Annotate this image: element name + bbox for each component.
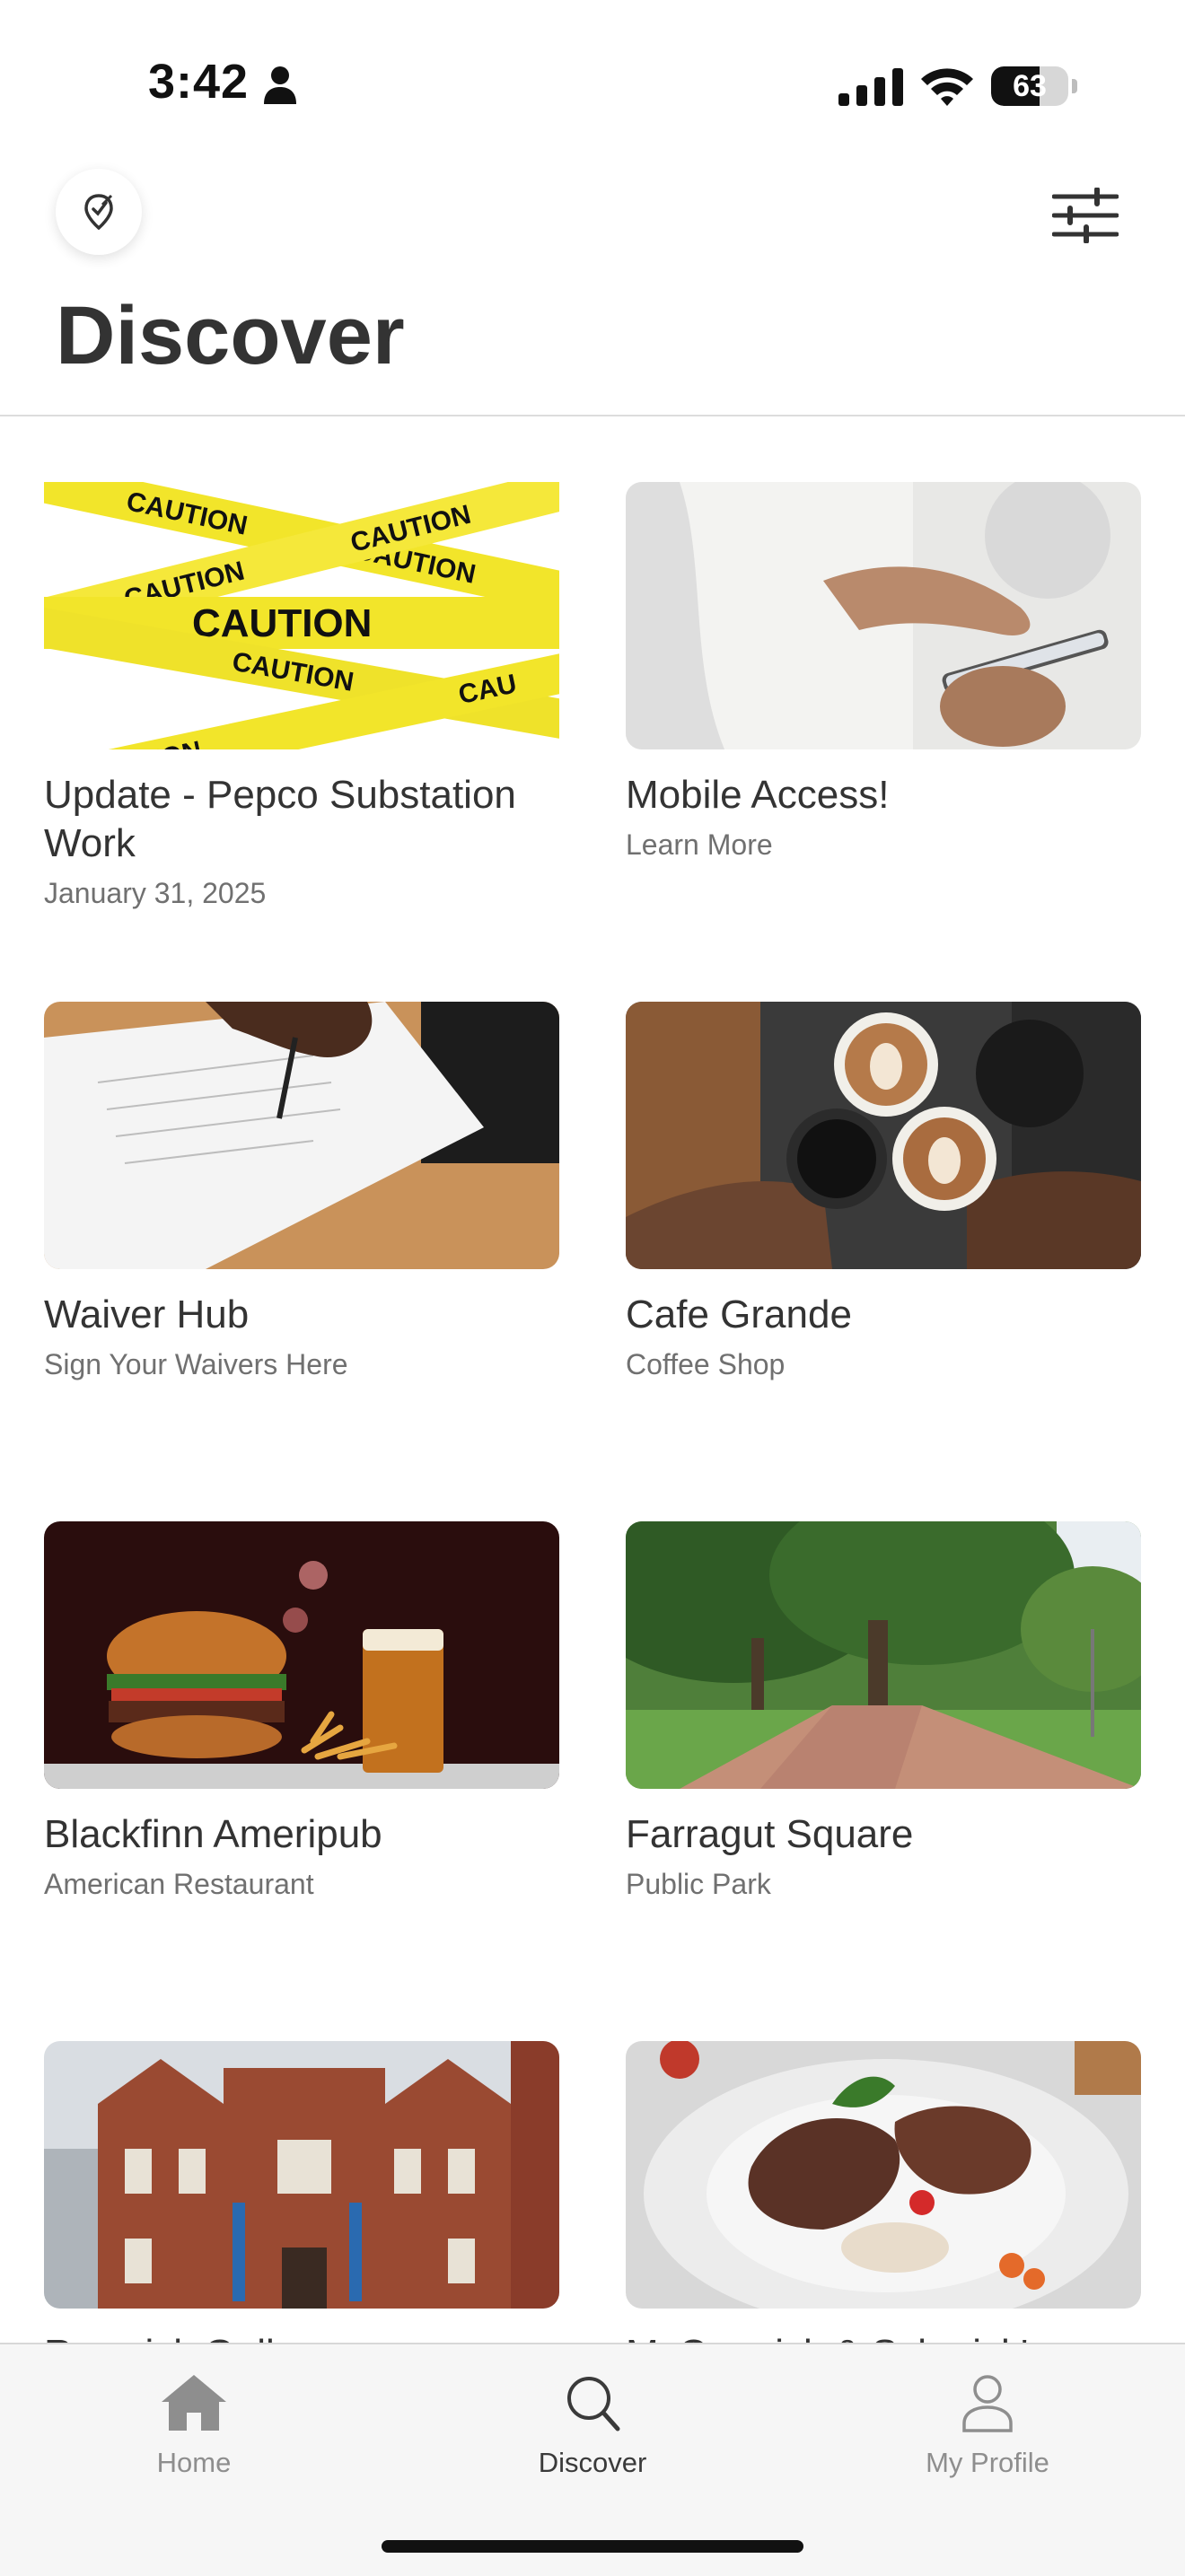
search-icon: [567, 2377, 620, 2431]
card-subtitle: January 31, 2025: [44, 877, 267, 909]
card-title: Blackfinn Ameripub: [44, 1812, 382, 1856]
bottom-tab-bar: Home Discover My Profile: [0, 2343, 1185, 2576]
card-image-caution-tape: CAUTION CAUTION CAUTION CAUTION CAUTION …: [44, 482, 559, 749]
page-title: Discover: [56, 290, 405, 381]
header-divider: [0, 415, 1185, 416]
person-icon: [962, 2375, 1013, 2432]
tab-home-label: Home: [156, 2447, 232, 2478]
tab-my-profile[interactable]: My Profile: [853, 2371, 1122, 2479]
card-image-coffee-cups: [626, 1002, 1141, 1269]
card-image-signing-document: [44, 1002, 559, 1269]
wifi-icon: [921, 68, 973, 106]
location-button[interactable]: [56, 169, 142, 255]
tab-discover[interactable]: Discover: [458, 2371, 727, 2479]
card-subtitle: Sign Your Waivers Here: [44, 1348, 348, 1380]
card-renwick-gallery[interactable]: Renwick Gallery: [44, 2041, 559, 2388]
card-image-park-trees: [626, 1521, 1141, 1789]
card-image-steak-plate: [626, 2041, 1141, 2309]
person-status-icon: [264, 66, 296, 104]
card-subtitle: Learn More: [626, 828, 773, 861]
battery-percent: 63: [1013, 69, 1047, 103]
card-blackfinn-ameripub[interactable]: Blackfinn Ameripub American Restaurant: [44, 1521, 559, 1901]
card-farragut-square[interactable]: Farragut Square Public Park: [626, 1521, 1141, 1901]
tab-discover-label: Discover: [538, 2447, 647, 2478]
card-waiver-hub[interactable]: Waiver Hub Sign Your Waivers Here: [44, 1002, 559, 1381]
card-image-phone-hands: [626, 482, 1141, 749]
card-title: Waiver Hub: [44, 1292, 250, 1336]
card-mobile-access[interactable]: Mobile Access! Learn More: [626, 482, 1141, 862]
cellular-signal-icon: [838, 68, 903, 106]
sliders-icon: [1052, 188, 1119, 243]
status-bar: 3:42 63: [0, 0, 1185, 153]
card-image-red-brick-building: [44, 2041, 559, 2309]
card-subtitle: American Restaurant: [44, 1868, 314, 1900]
card-image-burger-beer: [44, 1521, 559, 1789]
status-time: 3:42: [148, 55, 250, 109]
card-title: Cafe Grande: [626, 1292, 852, 1336]
home-icon: [162, 2375, 226, 2431]
card-subtitle: Public Park: [626, 1868, 771, 1900]
card-title: Mobile Access!: [626, 773, 890, 817]
location-pin-icon: [84, 194, 113, 231]
tab-home[interactable]: Home: [59, 2371, 329, 2479]
tab-my-profile-label: My Profile: [926, 2447, 1049, 2478]
card-title: Update - Pepco Substation Work: [44, 773, 516, 865]
card-cafe-grande[interactable]: Cafe Grande Coffee Shop: [626, 1002, 1141, 1381]
card-subtitle: Coffee Shop: [626, 1348, 786, 1380]
home-indicator[interactable]: [382, 2540, 803, 2553]
battery-indicator: 63: [991, 66, 1077, 106]
card-mccormick-schmicks[interactable]: McCormick & Schmick's: [626, 2041, 1141, 2388]
card-title: Farragut Square: [626, 1812, 914, 1856]
card-pepco-update[interactable]: CAUTION CAUTION CAUTION CAUTION CAUTION …: [44, 482, 559, 910]
filter-button[interactable]: [1047, 180, 1124, 251]
